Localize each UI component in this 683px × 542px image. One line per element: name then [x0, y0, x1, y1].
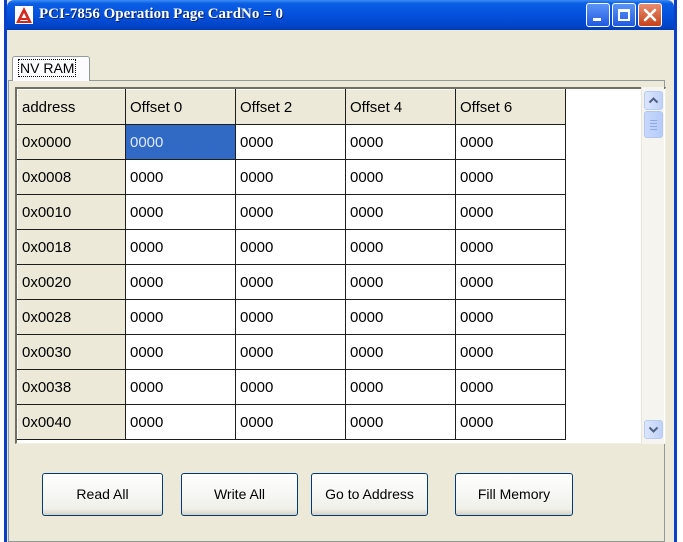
row-address[interactable]: 0x0000	[17, 124, 126, 160]
vertical-scrollbar[interactable]	[641, 87, 664, 444]
value-cell[interactable]: 0000	[455, 159, 566, 195]
read-all-button[interactable]: Read All	[42, 473, 163, 516]
row-address[interactable]: 0x0028	[17, 299, 126, 335]
value-cell[interactable]: 0000	[455, 229, 566, 265]
value-cell[interactable]: 0000	[235, 194, 346, 230]
value-cell[interactable]: 0000	[235, 334, 346, 370]
grip-line	[650, 120, 657, 121]
grip-line	[650, 126, 657, 127]
value-cell[interactable]: 0000	[235, 369, 346, 405]
value-cell[interactable]: 0000	[345, 299, 456, 335]
memory-grid[interactable]: address Offset 0 Offset 2 Offset 4 Offse…	[15, 87, 666, 444]
value-cell[interactable]: 0000	[455, 299, 566, 335]
value-cell[interactable]: 0000	[345, 369, 456, 405]
value-cell[interactable]: 0000	[455, 194, 566, 230]
grip-line	[650, 123, 657, 124]
write-all-button[interactable]: Write All	[181, 473, 298, 516]
go-to-address-button[interactable]: Go to Address	[311, 473, 428, 516]
maximize-button[interactable]	[612, 3, 636, 27]
close-icon	[643, 8, 657, 22]
value-cell[interactable]: 0000	[345, 264, 456, 300]
row-address[interactable]: 0x0018	[17, 229, 126, 265]
value-cell[interactable]: 0000	[125, 194, 236, 230]
table-row: 0x0028 0000 0000 0000 0000	[17, 299, 566, 335]
grip-line	[650, 129, 657, 130]
scroll-thumb[interactable]	[644, 111, 663, 138]
value-cell[interactable]: 0000	[345, 194, 456, 230]
scroll-down-button[interactable]	[644, 420, 663, 439]
value-cell[interactable]: 0000	[235, 299, 346, 335]
table-row: 0x0008 0000 0000 0000 0000	[17, 159, 566, 195]
scroll-up-button[interactable]	[644, 91, 663, 110]
value-cell[interactable]: 0000	[125, 264, 236, 300]
window-title: PCI-7856 Operation Page CardNo = 0	[39, 6, 283, 22]
table-row: 0x0018 0000 0000 0000 0000	[17, 229, 566, 265]
tab-label: NV RAM	[17, 59, 77, 77]
minimize-icon	[593, 18, 601, 21]
table-row: 0x0000 0000 0000 0000 0000	[17, 124, 566, 160]
value-cell[interactable]: 0000	[125, 334, 236, 370]
value-cell[interactable]: 0000	[125, 299, 236, 335]
row-address[interactable]: 0x0020	[17, 264, 126, 300]
value-cell[interactable]: 0000	[345, 229, 456, 265]
table-row: 0x0020 0000 0000 0000 0000	[17, 264, 566, 300]
row-address[interactable]: 0x0038	[17, 369, 126, 405]
chevron-up-icon	[648, 97, 659, 104]
value-cell[interactable]: 0000	[345, 404, 456, 440]
value-cell[interactable]: 0000	[235, 229, 346, 265]
value-cell[interactable]: 0000	[235, 159, 346, 195]
value-cell[interactable]: 0000	[125, 229, 236, 265]
value-cell[interactable]: 0000	[125, 159, 236, 195]
column-header-offset-2[interactable]: Offset 2	[235, 89, 346, 125]
value-cell[interactable]: 0000	[125, 369, 236, 405]
column-header-offset-6[interactable]: Offset 6	[455, 89, 566, 125]
value-cell[interactable]: 0000	[235, 404, 346, 440]
value-cell[interactable]: 0000	[125, 404, 236, 440]
value-cell[interactable]: 0000	[345, 124, 456, 160]
row-address[interactable]: 0x0030	[17, 334, 126, 370]
memory-table: address Offset 0 Offset 2 Offset 4 Offse…	[17, 89, 566, 440]
value-cell[interactable]: 0000	[455, 264, 566, 300]
app-logo-icon	[15, 6, 33, 24]
title-bar[interactable]: PCI-7856 Operation Page CardNo = 0	[7, 0, 674, 30]
header-row: address Offset 0 Offset 2 Offset 4 Offse…	[17, 89, 566, 125]
row-address[interactable]: 0x0008	[17, 159, 126, 195]
column-header-address[interactable]: address	[17, 89, 126, 125]
value-cell[interactable]: 0000	[455, 124, 566, 160]
value-cell[interactable]: 0000	[455, 369, 566, 405]
close-button[interactable]	[638, 3, 662, 27]
value-cell[interactable]: 0000	[455, 404, 566, 440]
minimize-button[interactable]	[586, 3, 610, 27]
value-cell[interactable]: 0000	[235, 264, 346, 300]
row-address[interactable]: 0x0040	[17, 404, 126, 440]
chevron-down-icon	[648, 426, 659, 433]
column-header-offset-0[interactable]: Offset 0	[125, 89, 236, 125]
tab-nv-ram[interactable]: NV RAM	[12, 56, 90, 81]
maximize-icon	[618, 9, 630, 21]
fill-memory-button[interactable]: Fill Memory	[455, 473, 573, 516]
table-row: 0x0030 0000 0000 0000 0000	[17, 334, 566, 370]
value-cell[interactable]: 0000	[455, 334, 566, 370]
value-cell[interactable]: 0000	[125, 124, 236, 160]
value-cell[interactable]: 0000	[345, 159, 456, 195]
row-address[interactable]: 0x0010	[17, 194, 126, 230]
table-row: 0x0038 0000 0000 0000 0000	[17, 369, 566, 405]
table-row: 0x0040 0000 0000 0000 0000	[17, 404, 566, 440]
table-row: 0x0010 0000 0000 0000 0000	[17, 194, 566, 230]
value-cell[interactable]: 0000	[235, 124, 346, 160]
column-header-offset-4[interactable]: Offset 4	[345, 89, 456, 125]
value-cell[interactable]: 0000	[345, 334, 456, 370]
